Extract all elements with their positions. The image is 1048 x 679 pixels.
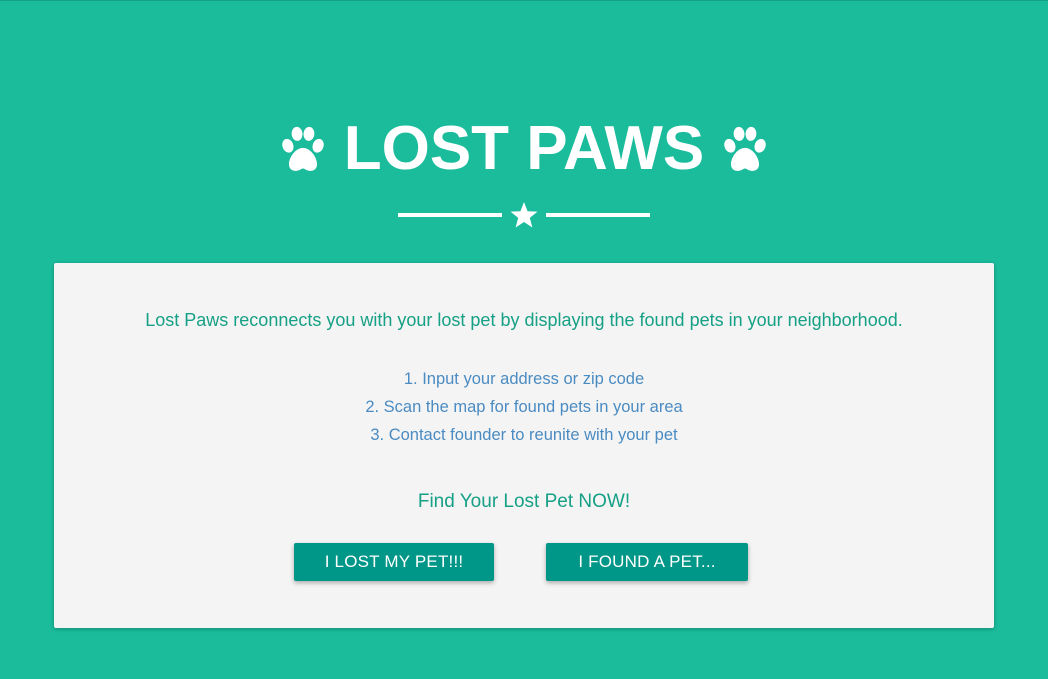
steps-list: 1. Input your address or zip code 2. Sca…: [54, 365, 994, 449]
page-title: LOST PAWS: [343, 114, 705, 183]
found-pet-button[interactable]: I FOUND A PET...: [546, 543, 748, 581]
divider-line-right: [546, 213, 650, 217]
page-header: LOST PAWS: [0, 108, 1048, 190]
step-item: 2. Scan the map for found pets in your a…: [365, 398, 683, 416]
cta-text: Find Your Lost Pet NOW!: [417, 491, 631, 512]
divider-line-left: [398, 213, 502, 217]
paw-icon: [276, 122, 330, 176]
step-item: 1. Input your address or zip code: [403, 370, 645, 388]
step-item: 3. Contact founder to reunite with your …: [370, 426, 678, 444]
paw-icon: [718, 122, 772, 176]
intro-text: Lost Paws reconnects you with your lost …: [145, 310, 903, 330]
top-border: [0, 0, 1048, 1]
lost-pet-button[interactable]: I LOST MY PET!!!: [294, 543, 494, 581]
info-card: Lost Paws reconnects you with your lost …: [54, 263, 994, 628]
star-divider: [398, 200, 650, 230]
star-icon: [509, 201, 539, 229]
